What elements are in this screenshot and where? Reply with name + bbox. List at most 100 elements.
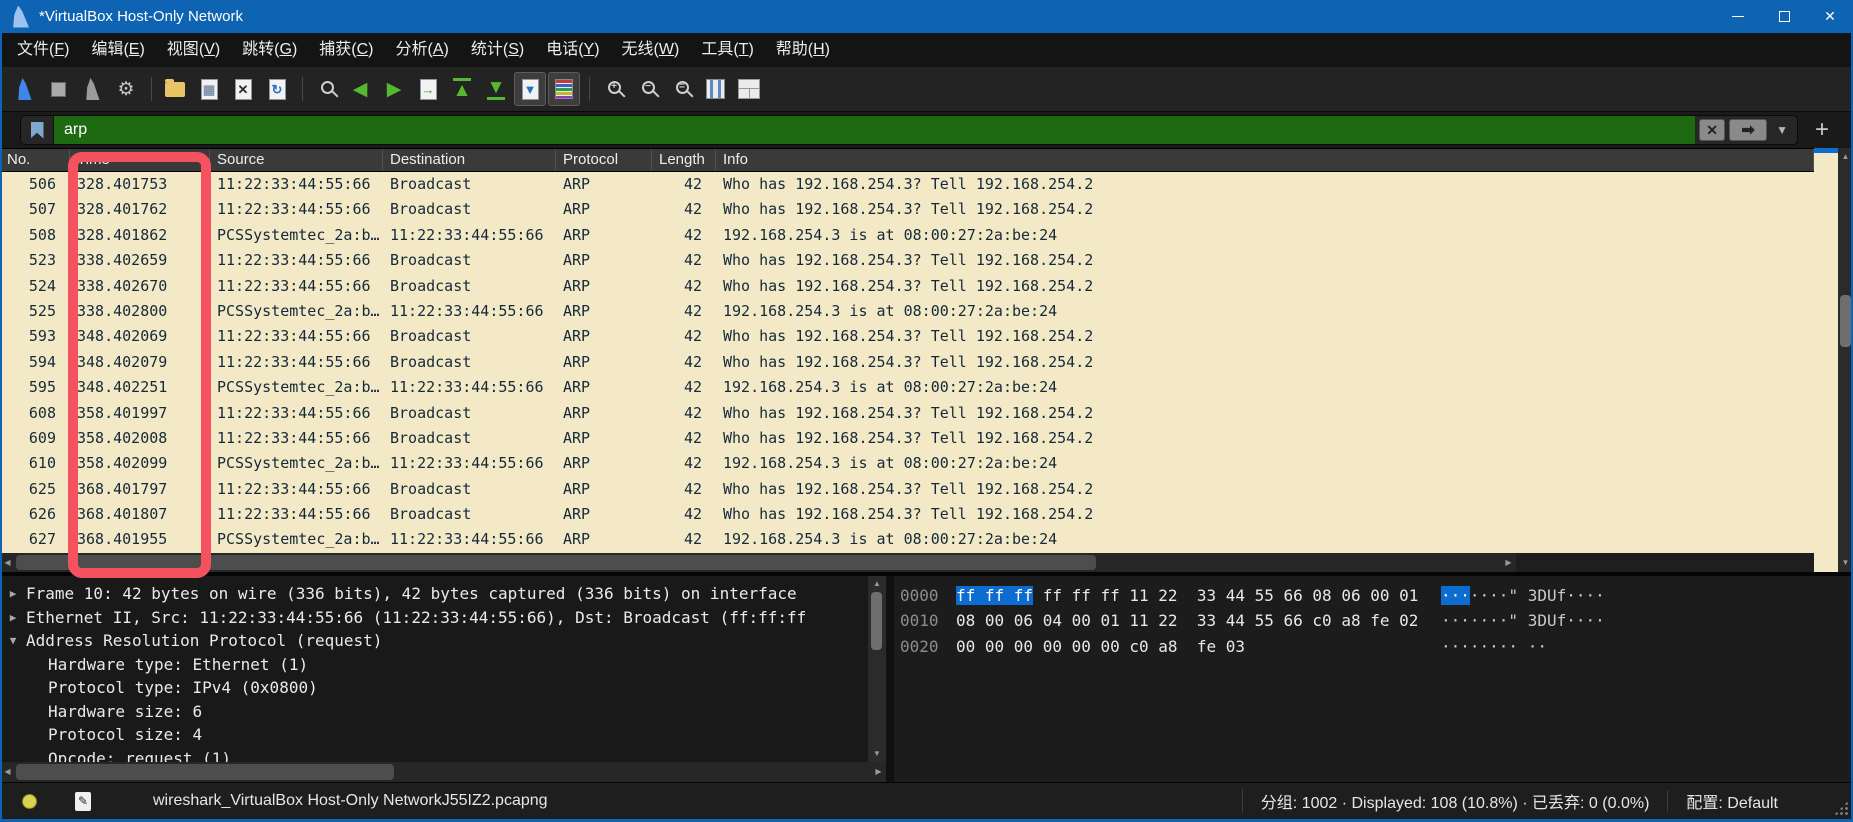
menu-e[interactable]: 编辑(E) [80, 33, 155, 67]
details-bytes-divider[interactable] [886, 576, 894, 782]
auto-scroll-button[interactable]: ▼ [514, 72, 546, 106]
scroll-right-icon[interactable]: ▶ [871, 762, 886, 782]
zoom-reset-button[interactable]: = [665, 72, 697, 106]
close-button[interactable]: ✕ [1807, 0, 1853, 33]
expander-collapsed-icon[interactable]: ▶ [0, 582, 26, 606]
filter-dropdown-button[interactable]: ▼ [1771, 123, 1793, 137]
menu-c[interactable]: 捕获(C) [308, 33, 384, 67]
packet-row[interactable]: 627368.401955PCSSystemtec_2a:b…11:22:33:… [0, 527, 1814, 552]
menu-t[interactable]: 工具(T) [690, 33, 764, 67]
cell-length: 42 [652, 223, 716, 248]
open-file-button[interactable] [159, 72, 191, 106]
details-hscroll-thumb[interactable] [16, 764, 394, 780]
find-packet-button[interactable] [310, 72, 342, 106]
intelligent-scrollbar-minimap[interactable] [1814, 148, 1838, 572]
packet-row[interactable]: 506328.40175311:22:33:44:55:66BroadcastA… [0, 172, 1814, 197]
profile-label[interactable]: 配置: Default [1686, 789, 1778, 813]
menu-h[interactable]: 帮助(H) [765, 33, 841, 67]
packet-row[interactable]: 610358.402099PCSSystemtec_2a:b…11:22:33:… [0, 451, 1814, 476]
packet-list-scroll-thumb[interactable] [1840, 295, 1851, 347]
expander-collapsed-icon[interactable]: ▶ [0, 606, 26, 630]
maximize-button[interactable] [1761, 0, 1807, 33]
details-tree-item[interactable]: ▶Frame 10: 42 bytes on wire (336 bits), … [0, 582, 868, 606]
filter-clear-button[interactable]: ✕ [1699, 119, 1725, 141]
column-header-no[interactable]: No. [0, 149, 70, 171]
packet-row[interactable]: 524338.40267011:22:33:44:55:66BroadcastA… [0, 274, 1814, 299]
details-horizontal-scrollbar[interactable]: ◀ ▶ [0, 762, 886, 782]
resize-columns-button[interactable] [699, 72, 731, 106]
details-tree-item[interactable]: ▼Address Resolution Protocol (request) [0, 629, 868, 653]
colorize-packets-button[interactable] [548, 72, 580, 106]
go-to-packet-button[interactable]: → [412, 72, 444, 106]
details-tree-item[interactable]: Protocol size: 4 [0, 723, 868, 747]
menu-y[interactable]: 电话(Y) [535, 33, 610, 67]
expander-spacer [0, 747, 26, 763]
start-capture-button[interactable] [8, 72, 40, 106]
cell-protocol: ARP [556, 375, 652, 400]
zoom-in-button[interactable]: + [597, 72, 629, 106]
go-back-button[interactable]: ◀ [344, 72, 376, 106]
packet-row[interactable]: 625368.40179711:22:33:44:55:66BroadcastA… [0, 477, 1814, 502]
go-to-top-button[interactable]: ▲ [446, 72, 478, 106]
go-forward-button[interactable]: ▶ [378, 72, 410, 106]
expert-info-icon[interactable] [22, 794, 37, 809]
packet-row[interactable]: 593348.40206911:22:33:44:55:66BroadcastA… [0, 324, 1814, 349]
capture-comment-icon[interactable]: ✎ [75, 792, 91, 811]
column-header-info[interactable]: Info [716, 149, 1814, 171]
menu-f[interactable]: 文件(F) [6, 33, 80, 67]
go-to-bottom-button[interactable]: ▼ [480, 72, 512, 106]
packet-row[interactable]: 507328.40176211:22:33:44:55:66BroadcastA… [0, 197, 1814, 222]
packet-row[interactable]: 508328.401862PCSSystemtec_2a:b…11:22:33:… [0, 223, 1814, 248]
hex-dump-row[interactable]: 0000ff ff ff ff ff ff 11 22 33 44 55 66 … [894, 583, 1853, 608]
column-header-destination[interactable]: Destination [383, 149, 556, 171]
details-tree-item[interactable]: Hardware size: 6 [0, 700, 868, 724]
scroll-up-icon[interactable]: ▲ [868, 577, 886, 591]
packet-row[interactable]: 609358.40200811:22:33:44:55:66BroadcastA… [0, 426, 1814, 451]
capture-options-button[interactable]: ⚙ [110, 72, 142, 106]
filter-add-button[interactable]: + [1805, 115, 1839, 145]
details-tree-item[interactable]: Opcode: request (1) [0, 747, 868, 763]
menu-v[interactable]: 视图(V) [156, 33, 231, 67]
column-header-source[interactable]: Source [210, 149, 383, 171]
details-tree-item[interactable]: Hardware type: Ethernet (1) [0, 653, 868, 677]
packet-row[interactable]: 595348.402251PCSSystemtec_2a:b…11:22:33:… [0, 375, 1814, 400]
expander-expanded-icon[interactable]: ▼ [0, 629, 26, 653]
zoom-out-button[interactable]: − [631, 72, 663, 106]
menu-a[interactable]: 分析(A) [385, 33, 460, 67]
packet-row[interactable]: 525338.402800PCSSystemtec_2a:b…11:22:33:… [0, 299, 1814, 324]
hex-dump-row[interactable]: 001008 00 06 04 00 01 11 22 33 44 55 66 … [894, 608, 1853, 633]
packet-row[interactable]: 626368.40180711:22:33:44:55:66BroadcastA… [0, 502, 1814, 527]
packet-row[interactable]: 523338.40265911:22:33:44:55:66BroadcastA… [0, 248, 1814, 273]
filter-apply-button[interactable]: ➡ [1729, 119, 1767, 141]
resize-grip[interactable] [1834, 801, 1848, 815]
cell-info: Who has 192.168.254.3? Tell 192.168.254.… [716, 426, 1814, 451]
details-tree-item[interactable]: Protocol type: IPv4 (0x0800) [0, 676, 868, 700]
save-file-button[interactable]: ▦ [193, 72, 225, 106]
column-header-protocol[interactable]: Protocol [556, 149, 652, 171]
details-tree-item[interactable]: ▶Ethernet II, Src: 11:22:33:44:55:66 (11… [0, 606, 868, 630]
hex-dump-row[interactable]: 002000 00 00 00 00 00 c0 a8 fe 03·······… [894, 634, 1853, 659]
layout-123-button[interactable] [733, 72, 765, 106]
stop-capture-button[interactable] [42, 72, 74, 106]
menu-w[interactable]: 无线(W) [611, 33, 691, 67]
cell-length: 42 [652, 299, 716, 324]
menu-s[interactable]: 统计(S) [460, 33, 535, 67]
column-header-length[interactable]: Length [652, 149, 716, 171]
minimize-button[interactable] [1715, 0, 1761, 33]
reload-file-button[interactable]: ↻ [261, 72, 293, 106]
cell-info: Who has 192.168.254.3? Tell 192.168.254.… [716, 401, 1814, 426]
scroll-left-icon[interactable]: ◀ [0, 553, 15, 572]
close-file-button[interactable]: ✕ [227, 72, 259, 106]
display-filter-input[interactable]: arp [54, 116, 1695, 144]
restart-capture-button[interactable] [76, 72, 108, 106]
filter-bookmark-button[interactable] [21, 116, 54, 144]
packet-list-horizontal-scrollbar[interactable]: ◀ ▶ [0, 553, 1516, 572]
menu-g[interactable]: 跳转(G) [231, 33, 308, 67]
details-scroll-thumb[interactable] [871, 592, 882, 650]
scroll-left-icon[interactable]: ◀ [0, 762, 15, 782]
details-vertical-scrollbar[interactable]: ▲ ▼ [868, 576, 886, 762]
packet-row[interactable]: 594348.40207911:22:33:44:55:66BroadcastA… [0, 350, 1814, 375]
scroll-down-icon[interactable]: ▼ [868, 747, 886, 761]
scroll-right-icon[interactable]: ▶ [1501, 553, 1516, 572]
packet-row[interactable]: 608358.40199711:22:33:44:55:66BroadcastA… [0, 401, 1814, 426]
